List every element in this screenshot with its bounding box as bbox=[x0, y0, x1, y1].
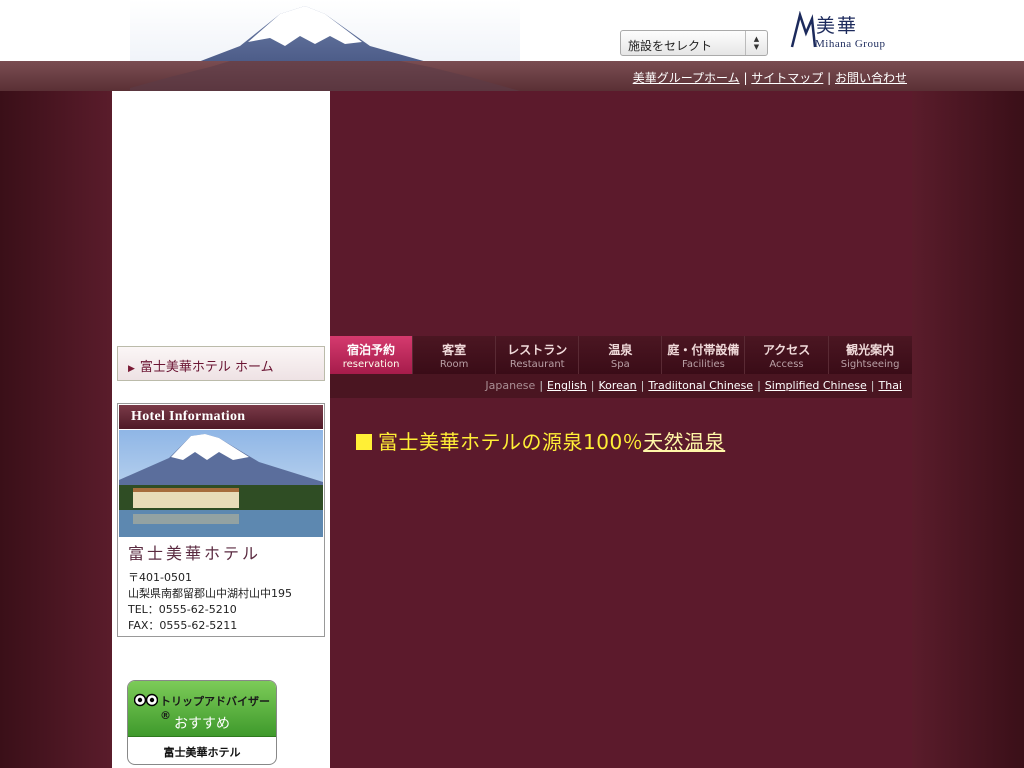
facility-select-value: 施設をセレクト bbox=[628, 39, 713, 53]
top-links: 美華グループホーム | サイトマップ | お問い合わせ bbox=[632, 71, 907, 85]
owl-icon bbox=[134, 693, 158, 707]
lang-korean[interactable]: Korean bbox=[598, 379, 636, 392]
nav-sightseeing[interactable]: 観光案内 Sightseeing bbox=[828, 336, 912, 374]
nav-facilities[interactable]: 庭・付帯設備 Facilities bbox=[662, 336, 746, 374]
address-line: TEL：0555-62-5210 bbox=[128, 603, 237, 616]
main-nav: 宿泊予約 reservation 客室 Room レストラン Restauran… bbox=[330, 336, 912, 374]
hotel-home-link[interactable]: ▶ 富士美華ホテル ホーム bbox=[117, 346, 325, 381]
hotel-info-title: Hotel Information bbox=[119, 405, 323, 429]
nav-sublabel: Facilities bbox=[681, 359, 725, 370]
lang-current: Japanese bbox=[485, 379, 536, 392]
tripadvisor-hotel-name: 富士美華ホテル bbox=[163, 746, 241, 759]
facility-select[interactable]: 施設をセレクト ▲ ▼ bbox=[620, 30, 768, 56]
lang-traditional-chinese[interactable]: Tradiitonal Chinese bbox=[648, 379, 753, 392]
mountain-logo-icon bbox=[790, 11, 816, 48]
address-line: FAX：0555-62-5211 bbox=[128, 619, 238, 632]
nav-sublabel: Restaurant bbox=[509, 359, 565, 370]
contact-link[interactable]: お問い合わせ bbox=[835, 71, 907, 85]
nav-label: 観光案内 bbox=[846, 343, 895, 357]
nav-room[interactable]: 客室 Room bbox=[413, 336, 497, 374]
lang-thai[interactable]: Thai bbox=[879, 379, 903, 392]
nav-restaurant[interactable]: レストラン Restaurant bbox=[496, 336, 580, 374]
hotel-info-box: Hotel Information 富士美華ホテル 〒401-0501 山梨県南… bbox=[117, 403, 325, 637]
nav-access[interactable]: アクセス Access bbox=[745, 336, 829, 374]
logo-english: Mihana Group bbox=[815, 38, 886, 50]
address-line: 〒401-0501 bbox=[128, 571, 192, 584]
nav-label: 温泉 bbox=[608, 343, 633, 357]
hotel-photo bbox=[119, 430, 323, 537]
nav-sublabel: reservation bbox=[342, 359, 400, 370]
mihana-logo[interactable]: 美華 Mihana Group bbox=[790, 9, 900, 53]
tripadvisor-recommend: おすすめ bbox=[174, 716, 230, 732]
onsen-link[interactable]: 天然温泉 bbox=[643, 430, 725, 454]
hotel-home-label: 富士美華ホテル ホーム bbox=[139, 360, 274, 375]
nav-sublabel: Access bbox=[769, 359, 804, 370]
nav-label: アクセス bbox=[762, 343, 811, 357]
nav-spa[interactable]: 温泉 Spa bbox=[579, 336, 663, 374]
group-home-link[interactable]: 美華グループホーム bbox=[633, 71, 740, 85]
page-bg-left bbox=[0, 91, 112, 768]
logo-kanji: 美華 bbox=[816, 15, 859, 37]
square-bullet-icon bbox=[356, 434, 372, 450]
hotel-address: 〒401-0501 山梨県南都留郡山中湖村山中195 TEL：0555-62-5… bbox=[128, 570, 292, 634]
language-bar: Japanese | English | Korean | Tradiitonal Chin… bbox=[330, 374, 912, 398]
nav-label: レストラン bbox=[507, 343, 568, 357]
page-bg-right bbox=[912, 91, 1024, 768]
nav-sublabel: Room bbox=[439, 359, 469, 370]
nav-sublabel: Spa bbox=[610, 359, 630, 370]
headline: 富士美華ホテルの源泉100％天然温泉 bbox=[356, 426, 725, 455]
nav-sublabel: Sightseeing bbox=[840, 359, 900, 370]
nav-label: 庭・付帯設備 bbox=[667, 343, 740, 357]
sitemap-link[interactable]: サイトマップ bbox=[751, 71, 823, 85]
address-line: 山梨県南都留郡山中湖村山中195 bbox=[128, 587, 292, 600]
mountain-base bbox=[130, 61, 520, 91]
nav-label: 客室 bbox=[442, 343, 467, 357]
chevron-updown-icon: ▲ ▼ bbox=[745, 31, 767, 55]
tripadvisor-badge[interactable]: トリップアドバイザー® おすすめ 富士美華ホテル bbox=[127, 680, 277, 765]
hotel-name: 富士美華ホテル bbox=[128, 544, 262, 563]
lang-english[interactable]: English bbox=[547, 379, 587, 392]
nav-label: 宿泊予約 bbox=[347, 343, 396, 357]
lang-simplified-chinese[interactable]: Simplified Chinese bbox=[765, 379, 867, 392]
headline-text: 富士美華ホテルの源泉100％ bbox=[378, 430, 644, 454]
triangle-right-icon: ▶ bbox=[128, 364, 135, 374]
nav-reservation[interactable]: 宿泊予約 reservation bbox=[330, 336, 414, 374]
